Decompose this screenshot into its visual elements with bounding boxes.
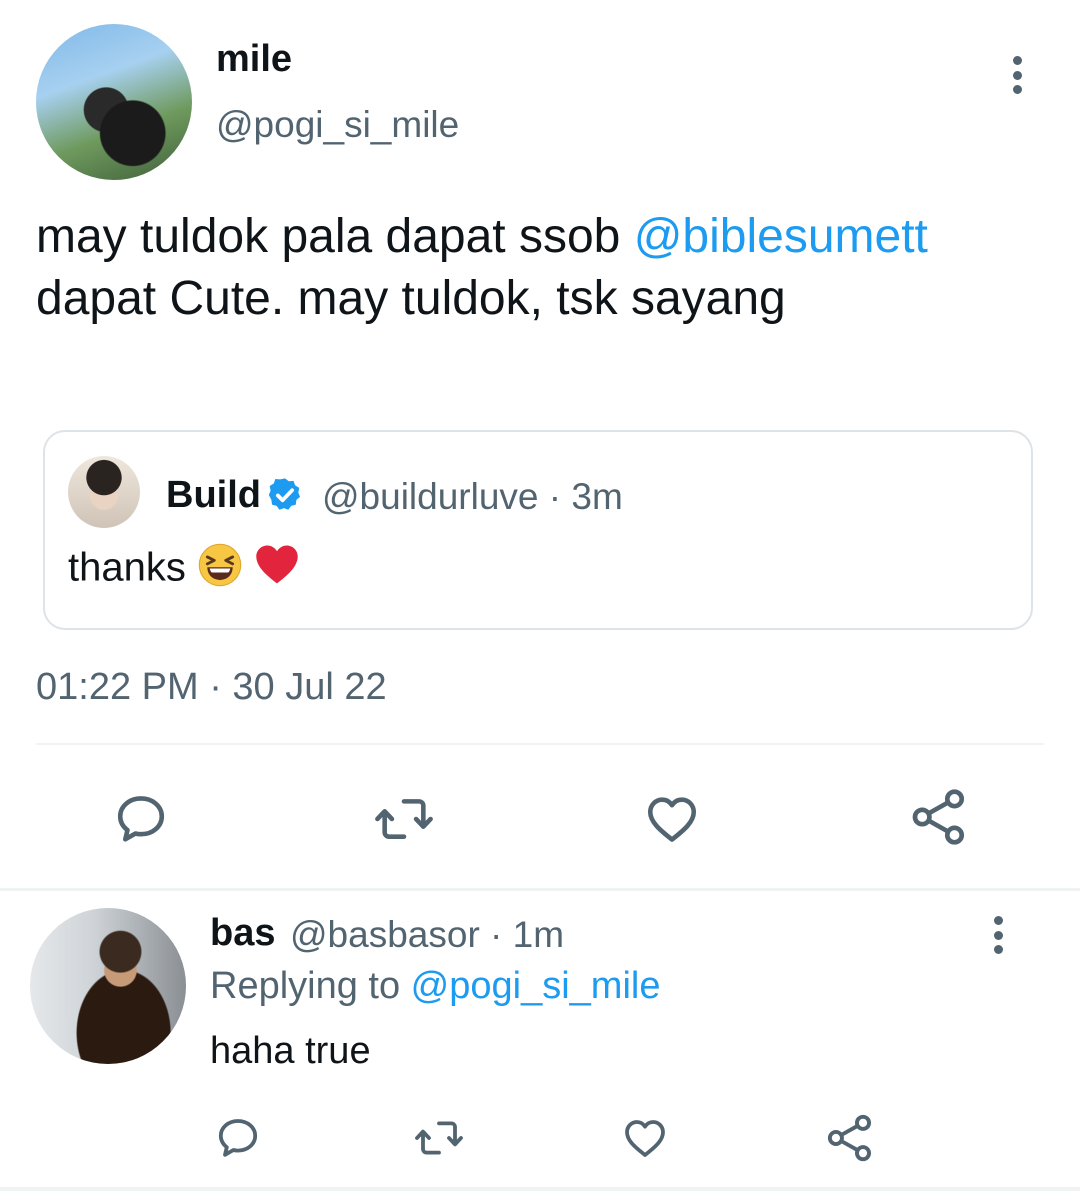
replying-label: Replying to: [210, 965, 411, 1007]
quoted-text: thanks: [68, 545, 186, 590]
tweet-text-part: dapat Cute. may tuldok, tsk sayang: [36, 272, 786, 325]
reply-share-icon[interactable]: [824, 1112, 876, 1164]
author-name[interactable]: mile: [216, 38, 292, 81]
reply-icon[interactable]: [112, 790, 170, 848]
replying-to: Replying to @pogi_si_mile: [210, 965, 660, 1008]
quoted-author-name: Build: [166, 474, 261, 516]
quoted-tweet-card[interactable]: [43, 430, 1033, 630]
mention-link[interactable]: @biblesumett: [634, 210, 928, 263]
reply-reply-icon[interactable]: [214, 1114, 262, 1162]
quoted-author-avatar: [68, 456, 140, 528]
reply-heart-icon[interactable]: [620, 1114, 670, 1162]
reply-author-handle[interactable]: @basbasor · 1m: [290, 914, 564, 956]
quoted-author-handle: @buildurluve · 3m: [322, 476, 623, 517]
more-options-icon[interactable]: [1011, 56, 1023, 94]
reply-more-options-icon[interactable]: [992, 916, 1004, 954]
divider: [0, 1187, 1080, 1191]
tweet-timestamp: 01:22 PM · 30 Jul 22: [36, 666, 387, 708]
quoted-tweet-text: thanks: [68, 542, 300, 598]
tweet-text: may tuldok pala dapat ssob @biblesumett …: [36, 206, 1046, 330]
reply-text: haha true: [210, 1030, 371, 1072]
divider: [36, 743, 1044, 745]
heart-icon[interactable]: [642, 790, 702, 848]
divider: [0, 888, 1080, 891]
tweet-text-part: may tuldok pala dapat ssob: [36, 210, 634, 263]
author-avatar[interactable]: [36, 24, 192, 180]
reply-retweet-icon[interactable]: [412, 1114, 466, 1162]
red-heart-emoji-icon: [254, 542, 300, 598]
author-handle[interactable]: @pogi_si_mile: [216, 104, 459, 146]
replying-handle-link[interactable]: @pogi_si_mile: [411, 965, 661, 1007]
verified-badge-icon: [266, 476, 304, 514]
laughing-emoji-icon: [197, 542, 243, 598]
reply-author-avatar[interactable]: [30, 908, 186, 1064]
retweet-icon[interactable]: [372, 790, 436, 848]
reply-author-name[interactable]: bas: [210, 912, 275, 955]
share-icon[interactable]: [908, 786, 970, 848]
